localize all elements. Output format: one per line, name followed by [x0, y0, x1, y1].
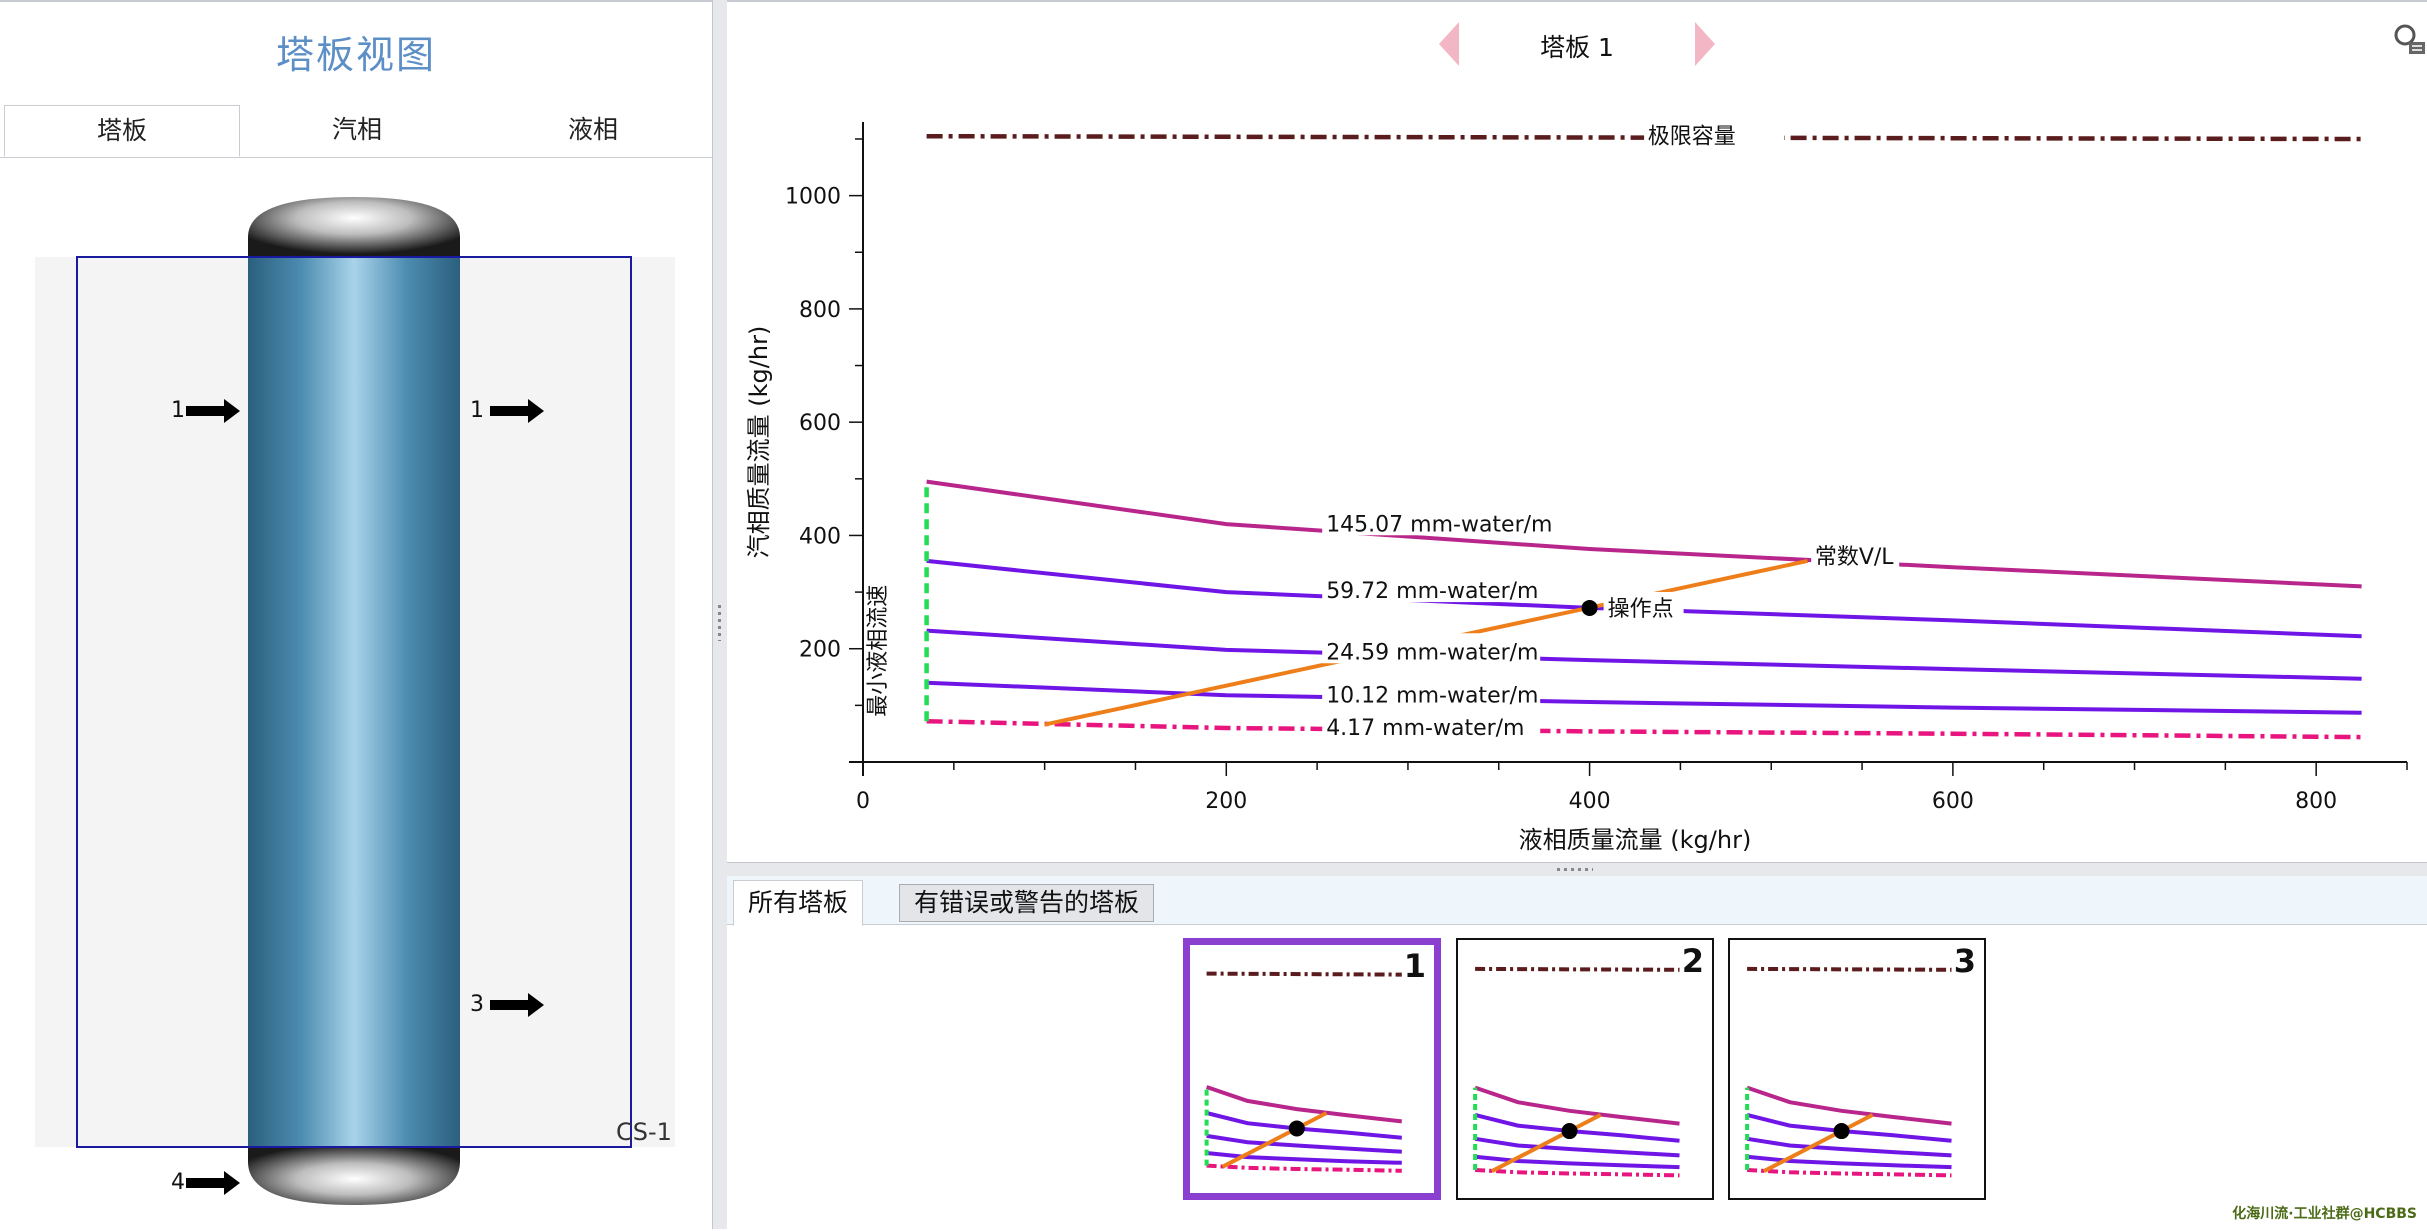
thumbnail-series-5	[1474, 1168, 1680, 1178]
magnifier-settings-icon[interactable]	[2391, 22, 2427, 58]
vapor-outlet-arrow-icon	[490, 399, 544, 423]
curve-label: 145.07 mm-water/m	[1326, 512, 1552, 537]
thumbnail-series-5	[1206, 1163, 1402, 1173]
x-tick-label: 200	[1205, 789, 1247, 814]
column-body	[248, 257, 460, 1147]
hydraulic-chart-panel: 0 200 400 600 800 200 400 600 800 1000 液相质量流量 (kg/…	[727, 0, 2427, 864]
tray-view-panel: 塔板视图 塔板 汽相 液相 1 1 3 4 CS-1	[0, 0, 712, 1231]
current-tray-label: 塔板 1	[1540, 33, 1614, 62]
liquid-outlet-arrow-icon	[490, 993, 544, 1017]
watermark: 化海川流·工业社群@HCBBS	[2232, 1206, 2417, 1222]
thumbnail-series-3	[1206, 1133, 1402, 1154]
vertical-splitter[interactable]	[712, 0, 728, 1229]
chevron-right-icon[interactable]	[1689, 20, 1719, 68]
stream-label-bottom[interactable]: 4	[171, 1170, 185, 1195]
x-tick-label: 0	[856, 789, 870, 814]
series-line-5	[926, 718, 2362, 740]
min-liquid-label: 最小液相流速	[866, 585, 891, 717]
thumbnail-series-0	[1206, 971, 1402, 977]
stream-label-vapor-out[interactable]: 1	[470, 398, 484, 423]
hydraulic-plot: 0 200 400 600 800 200 400 600 800 1000 液相质量流量 (kg/…	[745, 122, 2408, 854]
thumbnail-operating-point	[1288, 1120, 1305, 1137]
stream-label-liquid-out[interactable]: 3	[470, 992, 484, 1017]
tray-thumbnail-2[interactable]: 2	[1456, 938, 1714, 1200]
x-tick-label: 600	[1932, 789, 1974, 814]
column-section-label: CS-1	[616, 1118, 672, 1146]
y-tick-label: 800	[799, 298, 841, 323]
series-line-4	[926, 680, 2362, 715]
thumbnail-series-0	[1747, 966, 1952, 972]
tray-thumbnail-plot	[1745, 966, 1952, 1178]
tray-thumbnail-plot	[1204, 971, 1403, 1173]
column-top-head	[248, 197, 460, 257]
thumbnail-series-1	[1205, 1085, 1403, 1124]
x-tick-label: 400	[1569, 789, 1611, 814]
tab-all-trays[interactable]: 所有塔板	[733, 880, 864, 926]
x-tick-label: 800	[2295, 789, 2337, 814]
y-tick-label: 600	[799, 411, 841, 436]
tray-thumbnail-plot	[1473, 966, 1680, 1178]
curve-label: 4.17 mm-water/m	[1326, 716, 1524, 741]
thumbnail-series-1	[1746, 1085, 1952, 1126]
thumbnail-series-1	[1474, 1085, 1680, 1126]
thumbnail-series-3	[1474, 1136, 1680, 1158]
series-line-1	[926, 479, 2362, 589]
tray-thumbnail-3[interactable]: 3	[1728, 938, 1986, 1200]
operating-point-marker	[1581, 599, 1598, 616]
thumbnail-operating-point	[1833, 1123, 1850, 1140]
tray-filter-tabs: 所有塔板 有错误或警告的塔板	[727, 876, 2427, 926]
curve-label: 24.59 mm-water/m	[1326, 640, 1538, 665]
y-axis-label: 汽相质量流量 (kg/hr)	[745, 326, 773, 559]
thumbnail-series-5	[1746, 1168, 1952, 1178]
chevron-left-icon[interactable]	[1435, 20, 1465, 68]
y-tick-label: 400	[799, 524, 841, 549]
y-tick-label: 200	[799, 638, 841, 663]
thumbnail-operating-point	[1561, 1123, 1578, 1140]
column-drawing	[76, 197, 632, 1205]
tab-trays-with-warnings[interactable]: 有错误或警告的塔板	[899, 884, 1155, 922]
limit-capacity-label: 极限容量	[1648, 125, 1736, 150]
y-tick-label: 1000	[785, 185, 841, 210]
tab-trays-with-warnings-label: 有错误或警告的塔板	[914, 888, 1140, 917]
curve-label: 10.12 mm-water/m	[1326, 683, 1538, 708]
constant-vl-label: 常数V/L	[1815, 545, 1894, 570]
operating-point-label: 操作点	[1608, 597, 1674, 622]
x-axis-label: 液相质量流量 (kg/hr)	[1519, 826, 1752, 854]
tray-thumbnail-number: 3	[1953, 942, 1976, 980]
feed-arrow-icon	[186, 399, 240, 423]
tab-all-trays-label: 所有塔板	[748, 888, 849, 917]
tray-thumbnail-number: 2	[1681, 942, 1704, 980]
stream-label-feed[interactable]: 1	[171, 398, 185, 423]
tray-thumbnail-number: 1	[1403, 947, 1426, 985]
curve-label: 59.72 mm-water/m	[1326, 579, 1538, 604]
column-bottom-head	[248, 1147, 460, 1205]
bottom-arrow-icon	[186, 1171, 240, 1195]
thumbnail-series-0	[1475, 966, 1680, 972]
tray-thumbnail-1[interactable]: 1	[1183, 938, 1441, 1200]
tray-thumbnails-panel: 所有塔板 有错误或警告的塔板 1 2 3 化海川流·工业社群@HCBBS	[727, 876, 2427, 1229]
thumbnail-series-3	[1746, 1136, 1952, 1158]
series-line-3	[926, 628, 2362, 681]
tray-navigator: 塔板 1	[1427, 20, 1727, 70]
